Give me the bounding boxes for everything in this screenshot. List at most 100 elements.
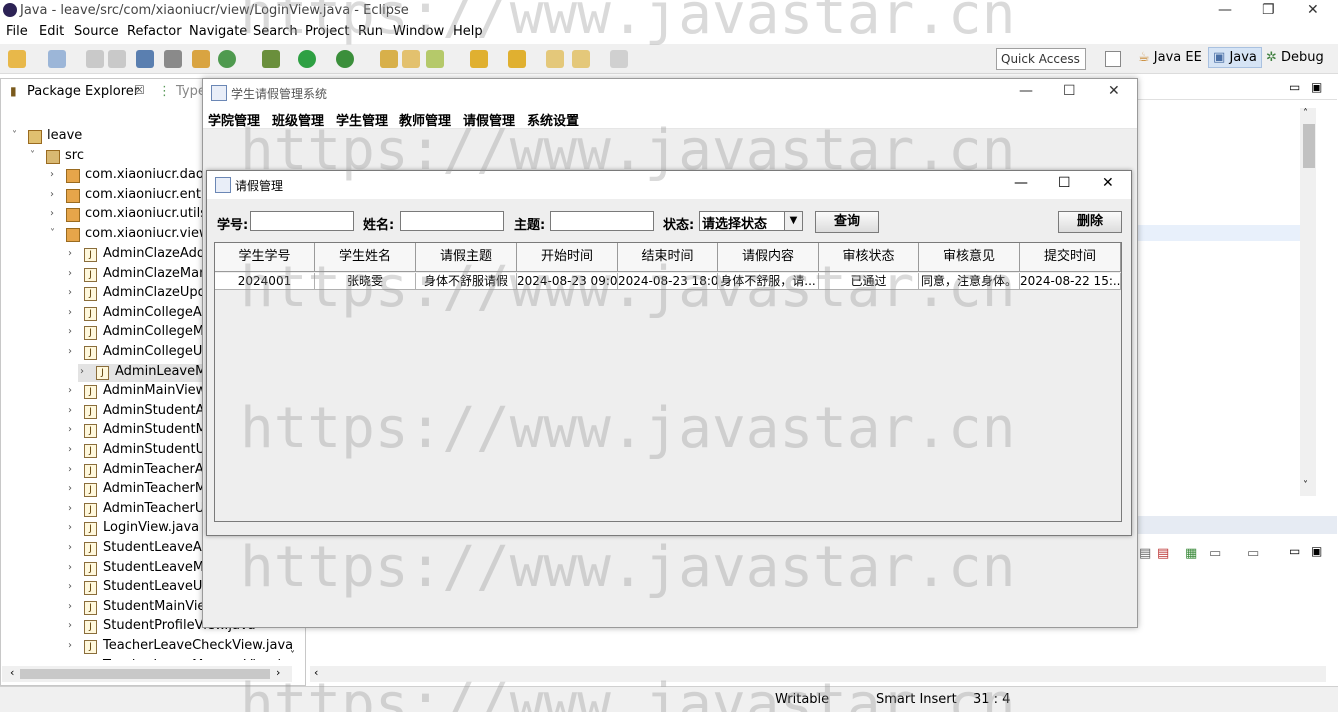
maximize-view-icon[interactable]: ▣ — [1311, 80, 1322, 94]
run-icon[interactable] — [298, 50, 316, 68]
leave-maximize-icon[interactable]: ☐ — [1058, 175, 1071, 191]
open-perspective-icon[interactable] — [1105, 51, 1121, 67]
expand-right-icon[interactable]: › — [68, 483, 72, 494]
next-annotation-icon[interactable] — [470, 50, 488, 68]
expand-right-icon[interactable]: › — [68, 522, 72, 533]
scroll-thumb[interactable] — [1303, 124, 1315, 168]
expand-right-icon[interactable]: › — [50, 189, 54, 200]
main-close-icon[interactable]: ✕ — [1108, 83, 1120, 99]
minimize-icon[interactable]: — — [1218, 2, 1232, 18]
expand-down-icon[interactable]: ˅ — [50, 228, 55, 239]
restore-icon[interactable]: ❐ — [1262, 2, 1275, 18]
quick-access-input[interactable]: Quick Access — [996, 48, 1086, 70]
leave-minimize-icon[interactable]: — — [1014, 175, 1028, 191]
tree-scroll-down-icon[interactable]: ˅ — [290, 650, 295, 661]
menu-settings[interactable]: 系统设置 — [527, 110, 579, 129]
perspective-java-ee[interactable]: ☕ Java EE — [1138, 50, 1202, 65]
column-header[interactable]: 学生学号 — [215, 243, 315, 272]
search-button[interactable]: 查询 — [815, 211, 879, 233]
pin-console-icon[interactable]: ▤ — [1139, 546, 1151, 561]
expand-right-icon[interactable]: › — [68, 581, 72, 592]
expand-right-icon[interactable]: › — [68, 444, 72, 455]
editor-horizontal-scrollbar[interactable]: ‹ — [310, 666, 1326, 682]
tree-scroll-right-icon[interactable]: › — [276, 666, 280, 679]
prev-annotation-icon[interactable] — [508, 50, 526, 68]
scroll-left-icon[interactable]: ‹ — [314, 666, 318, 679]
minimize-view-icon[interactable]: ▭ — [1289, 80, 1300, 94]
tree-file[interactable]: ›JTeacherLeaveManageView.java — [0, 658, 292, 660]
pen-icon[interactable] — [426, 50, 444, 68]
tree-horizontal-scrollbar[interactable]: ‹ › — [2, 666, 292, 682]
delete-button[interactable]: 删除 — [1058, 211, 1122, 233]
expand-right-icon[interactable]: › — [68, 346, 72, 357]
expand-right-icon[interactable]: › — [68, 542, 72, 553]
new-console-icon[interactable]: ▭ — [1247, 546, 1259, 561]
expand-right-icon[interactable]: › — [68, 287, 72, 298]
column-header[interactable]: 提交时间 — [1020, 243, 1121, 272]
expand-right-icon[interactable]: › — [68, 620, 72, 631]
table-cell[interactable]: 2024001 — [215, 273, 315, 290]
expand-right-icon[interactable]: › — [68, 503, 72, 514]
expand-right-icon[interactable]: › — [80, 366, 84, 377]
menu-run[interactable]: Run — [358, 24, 383, 39]
menu-student[interactable]: 学生管理 — [336, 110, 388, 129]
table-cell[interactable]: 张晓雯 — [315, 273, 416, 290]
expand-right-icon[interactable]: › — [50, 169, 54, 180]
forward-icon[interactable] — [610, 50, 628, 68]
column-header[interactable]: 审核意见 — [919, 243, 1020, 272]
expand-right-icon[interactable]: › — [68, 562, 72, 573]
minimize-console-icon[interactable]: ▭ — [1289, 544, 1300, 558]
status-select[interactable]: 请选择状态 ▼ — [699, 211, 803, 232]
column-header[interactable]: 学生姓名 — [315, 243, 416, 272]
expand-right-icon[interactable]: › — [68, 307, 72, 318]
expand-down-icon[interactable]: ˅ — [30, 150, 35, 161]
menu-window[interactable]: Window — [393, 24, 444, 39]
table-cell[interactable]: 身体不舒服，请... — [718, 273, 819, 290]
expand-right-icon[interactable]: › — [68, 248, 72, 259]
column-header[interactable]: 开始时间 — [517, 243, 618, 272]
expand-down-icon[interactable]: ˅ — [12, 130, 17, 141]
tree-file[interactable]: › J TeacherLeaveCheckView.java — [0, 638, 292, 656]
table-cell[interactable]: 身体不舒服请假 — [416, 273, 517, 290]
table-cell[interactable]: 2024-08-23 18:00 — [618, 273, 718, 290]
expand-right-icon[interactable]: › — [68, 601, 72, 612]
expand-right-icon[interactable]: › — [68, 326, 72, 337]
expand-right-icon[interactable]: › — [68, 405, 72, 416]
back-icon[interactable] — [572, 50, 590, 68]
chevron-down-icon[interactable]: ▼ — [784, 212, 802, 230]
maximize-console-icon[interactable]: ▣ — [1311, 544, 1322, 558]
display-console-icon[interactable]: ▦ — [1185, 546, 1197, 561]
perspective-debug[interactable]: ✲ Debug — [1266, 50, 1324, 65]
column-header[interactable]: 结束时间 — [618, 243, 718, 272]
menu-leave[interactable]: 请假管理 — [463, 110, 515, 129]
subject-input[interactable] — [550, 211, 654, 231]
main-maximize-icon[interactable]: ☐ — [1063, 83, 1076, 99]
student-no-input[interactable] — [250, 211, 354, 231]
expand-right-icon[interactable]: › — [68, 424, 72, 435]
tree-scroll-thumb[interactable] — [20, 669, 270, 679]
column-header[interactable]: 请假内容 — [718, 243, 819, 272]
table-cell[interactable]: 2024-08-23 09:00 — [517, 273, 618, 290]
last-edit-icon[interactable] — [546, 50, 564, 68]
table-cell[interactable]: 同意，注意身体。 — [919, 273, 1020, 290]
external-tools-icon[interactable] — [336, 50, 354, 68]
main-minimize-icon[interactable]: — — [1019, 83, 1033, 99]
expand-right-icon[interactable]: › — [68, 464, 72, 475]
tree-scroll-left-icon[interactable]: ‹ — [10, 666, 14, 679]
close-icon[interactable]: ✕ — [1307, 2, 1319, 18]
expand-right-icon[interactable]: › — [68, 385, 72, 396]
scroll-up-icon[interactable]: ˄ — [1303, 108, 1308, 119]
remove-launch-icon[interactable]: ▤ — [1157, 546, 1169, 561]
expand-right-icon[interactable]: › — [68, 640, 72, 651]
menu-teacher[interactable]: 教师管理 — [399, 110, 451, 129]
scroll-down-icon[interactable]: ˅ — [1303, 480, 1308, 491]
menu-help[interactable]: Help — [453, 24, 483, 39]
open-folder-icon[interactable] — [402, 50, 420, 68]
open-console-icon[interactable]: ▭ — [1209, 546, 1221, 561]
open-type-icon[interactable] — [380, 50, 398, 68]
table-cell[interactable]: 2024-08-22 15:... — [1020, 273, 1121, 290]
column-header[interactable]: 请假主题 — [416, 243, 517, 272]
editor-vertical-scrollbar[interactable]: ˄ ˅ — [1300, 108, 1316, 496]
table-cell[interactable]: 已通过 — [819, 273, 919, 290]
student-name-input[interactable] — [400, 211, 504, 231]
